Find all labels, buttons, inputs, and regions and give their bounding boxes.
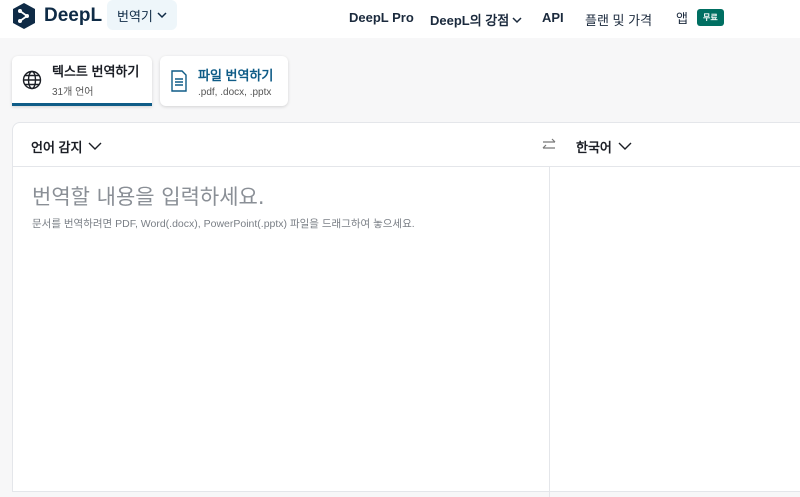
top-nav: DeepL 번역기 DeepL Pro DeepL의 강점 API 플랜 및 가… — [0, 0, 800, 38]
document-icon — [171, 70, 187, 92]
target-language-select[interactable]: 한국어 — [576, 137, 632, 156]
nav-api[interactable]: API — [542, 10, 564, 25]
language-bar: 언어 감지 한국어 — [13, 123, 800, 167]
target-text-output[interactable] — [550, 168, 800, 488]
chevron-down-icon — [618, 142, 632, 150]
tab-text-translation[interactable]: 텍스트 번역하기 31개 언어 — [12, 56, 152, 106]
translator-panel: 언어 감지 한국어 문서를 번역하려면 PDF, Word(.docx), Po… — [12, 122, 800, 497]
translator-label: 번역기 — [117, 8, 153, 24]
tab-title: 파일 번역하기 — [198, 67, 274, 83]
free-badge: 무료 — [696, 9, 724, 26]
source-language: 언어 감지 — [31, 140, 83, 155]
file-drop-hint: 문서를 번역하려면 PDF, Word(.docx), PowerPoint(.… — [32, 218, 415, 230]
globe-icon — [22, 70, 42, 89]
chevron-down-icon — [512, 16, 522, 23]
source-text-input[interactable] — [32, 181, 532, 211]
tab-file-translation[interactable]: 파일 번역하기 .pdf, .docx, .pptx — [160, 56, 288, 106]
chevron-down-icon — [88, 142, 102, 150]
source-language-select[interactable]: 언어 감지 — [31, 137, 102, 156]
nav-label: DeepL의 강점 — [430, 13, 510, 28]
nav-plans-pricing[interactable]: 플랜 및 가격 — [585, 10, 652, 29]
deepl-logo-icon — [13, 3, 35, 29]
tab-subtitle: .pdf, .docx, .pptx — [198, 86, 272, 98]
deepl-logo[interactable]: DeepL — [12, 2, 102, 30]
nav-deepl-strengths[interactable]: DeepL의 강점 — [430, 10, 522, 29]
target-language: 한국어 — [576, 140, 612, 155]
chevron-down-icon — [157, 12, 167, 19]
tab-title: 텍스트 번역하기 — [52, 64, 140, 79]
nav-deepl-pro[interactable]: DeepL Pro — [349, 10, 414, 25]
nav-label: 앱 — [676, 11, 688, 26]
translator-menu-button[interactable]: 번역기 — [107, 0, 177, 30]
swap-languages-icon[interactable] — [541, 137, 557, 153]
nav-apps[interactable]: 앱 무료 — [676, 8, 724, 27]
tab-subtitle: 31개 언어 — [52, 87, 94, 98]
logo-text: DeepL — [44, 5, 103, 26]
